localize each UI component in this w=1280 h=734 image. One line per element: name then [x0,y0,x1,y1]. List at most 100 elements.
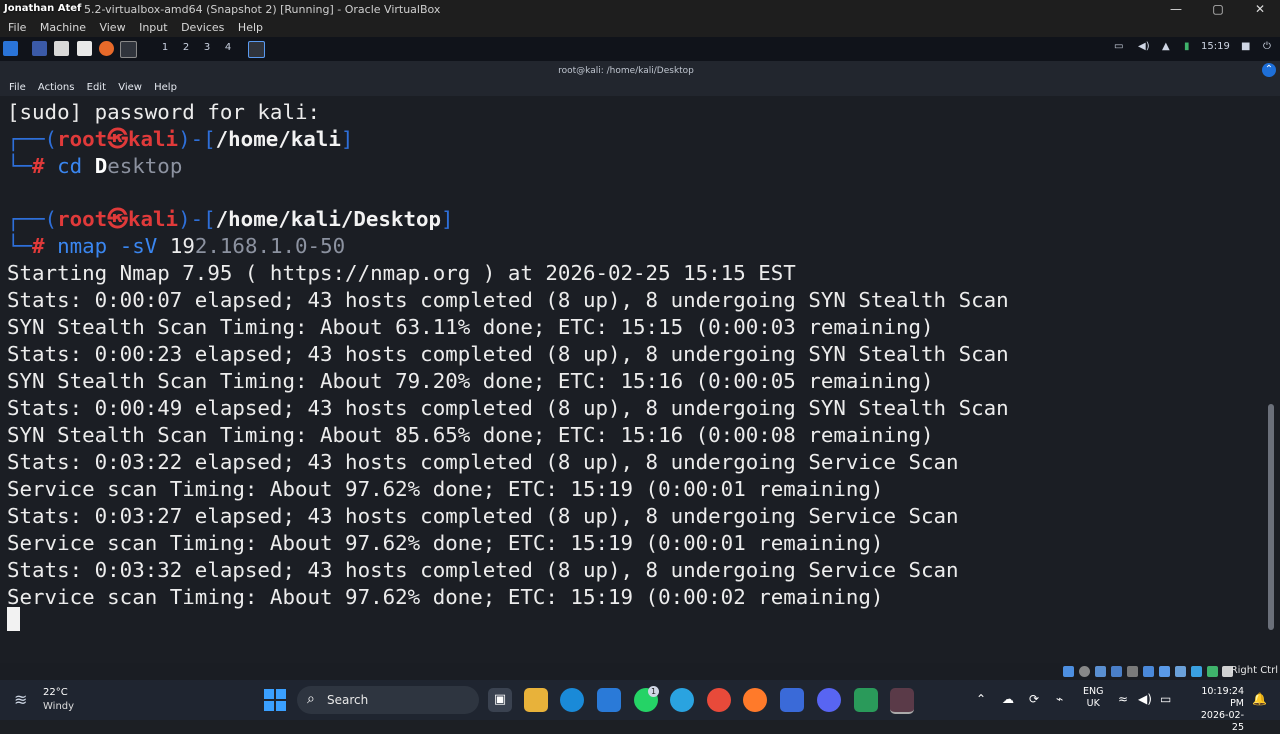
display-icon[interactable]: ▭ [1114,41,1123,52]
terminal-maximize-icon[interactable]: ⌃ [1262,63,1276,77]
notification-bell-icon[interactable]: ▲ [1162,41,1170,52]
photos-icon[interactable] [597,688,621,712]
task-view-icon[interactable]: ▣ [488,688,512,712]
output-line: Starting Nmap 7.95 ( https://nmap.org ) … [7,261,796,285]
host-menu-bar: File Machine View Input Devices Help [0,19,1280,37]
workspace-1[interactable]: 1 [156,42,174,53]
vm-status-bar: Right Ctrl [0,663,1280,680]
menu-devices[interactable]: Devices [173,19,224,34]
workspace-4[interactable]: 4 [219,42,237,53]
show-desktop-icon[interactable] [32,41,47,56]
host-title-bar: Jonathan Atef 5.2-virtualbox-amd64 (Snap… [0,0,1280,19]
virtualbox-taskbar-icon[interactable] [890,688,914,714]
vscode-icon[interactable] [854,688,878,712]
notifications-icon[interactable]: 🔔 [1252,692,1267,706]
guest-additions-icon[interactable] [1207,666,1218,677]
output-line: Stats: 0:03:32 elapsed; 43 hosts complet… [7,558,959,582]
onedrive-icon[interactable]: ☁ [1002,692,1014,706]
terminal-output[interactable]: [sudo] password for kali: ┌──(root㉿kali)… [0,96,1266,663]
wifi-icon[interactable]: ≈ [1118,692,1128,706]
terminal-cursor [7,607,20,631]
terminal-launcher-icon[interactable] [120,41,137,58]
command-arg-typed: D [94,154,108,178]
menu-help[interactable]: Help [230,19,263,34]
optical-drive-icon[interactable] [1079,666,1090,677]
output-line: Service scan Timing: About 97.62% done; … [7,531,884,555]
host-key-label: Right Ctrl [1230,665,1278,676]
panel-clock: 15:19 [1201,41,1230,52]
prompt-path: /home/kali/Desktop [215,207,442,231]
term-menu-file[interactable]: File [9,81,26,93]
prompt-path: /home/kali [215,127,341,151]
audio-icon[interactable] [1095,666,1106,677]
sync-icon[interactable]: ⟳ [1029,692,1039,706]
command-line-1: └─# cd Desktop [7,154,183,178]
sudo-prompt-line: [sudo] password for kali: [7,100,321,124]
prompt-line-2: ┌──(root㉿kali)-[/home/kali/Desktop] [7,207,454,231]
start-button[interactable] [264,689,286,711]
workspace-3[interactable]: 3 [198,42,216,53]
taskbar-search[interactable]: ⌕ Search [297,686,479,714]
language-code: ENG [1083,686,1104,697]
mail-icon[interactable] [780,688,804,712]
discord-icon[interactable] [817,688,841,712]
minimize-button[interactable]: — [1158,0,1194,19]
firefox-icon[interactable] [99,41,114,56]
term-menu-edit[interactable]: Edit [87,81,106,93]
weather-wind-icon[interactable]: ≋ [14,690,27,709]
close-button[interactable]: ✕ [1242,0,1278,19]
windows-taskbar: ≋ 22°C Windy ⌕ Search ▣ 1 ⌃ ☁ ⟳ ⌁ ENG UK… [0,680,1280,733]
file-explorer-icon[interactable] [524,688,548,712]
output-line: Stats: 0:03:22 elapsed; 43 hosts complet… [7,450,959,474]
output-line: Service scan Timing: About 97.62% done; … [7,477,884,501]
term-menu-actions[interactable]: Actions [38,81,75,93]
term-menu-help[interactable]: Help [154,81,177,93]
recording-icon[interactable] [1175,666,1186,677]
terminal-menu-bar: File Actions Edit View Help [0,81,1280,96]
network-icon[interactable] [1111,666,1122,677]
output-line: Service scan Timing: About 97.62% done; … [7,585,884,609]
display-status-icon[interactable] [1159,666,1170,677]
edge-icon[interactable] [560,688,584,712]
search-label: Search [327,693,369,707]
term-menu-view[interactable]: View [118,81,142,93]
shared-folders-icon[interactable] [1143,666,1154,677]
command-line-2: └─# nmap -sV 192.168.1.0-50 [7,234,346,258]
search-icon: ⌕ [307,691,315,707]
clock-time: 10:19:24 PM [1201,686,1244,709]
output-line: SYN Stealth Scan Timing: About 79.20% do… [7,369,934,393]
kali-menu-icon[interactable] [3,41,18,56]
menu-file[interactable]: File [0,19,26,34]
tray-overflow-icon[interactable]: ⌃ [976,692,986,706]
volume-icon[interactable]: ◀) [1138,41,1150,52]
cpu-icon[interactable] [1191,666,1202,677]
terminal-title-bar: root@kali: /home/kali/Desktop [0,61,1280,81]
firefox-taskbar-icon[interactable] [743,688,767,712]
output-line: Stats: 0:00:49 elapsed; 43 hosts complet… [7,396,1009,420]
system-clock[interactable]: 10:19:24 PM 2026-02-25 [1189,686,1244,734]
command-arg-typed: 19 [169,234,195,258]
weather-desc[interactable]: Windy [43,701,74,712]
active-window-icon[interactable] [248,41,265,58]
menu-view[interactable]: View [91,19,125,34]
language-indicator[interactable]: ENG UK [1083,686,1103,710]
workspace-2[interactable]: 2 [177,42,195,53]
telegram-icon[interactable] [670,688,694,712]
chrome-icon[interactable] [707,688,731,712]
file-manager-icon[interactable] [54,41,69,56]
text-editor-icon[interactable] [77,41,92,56]
terminal-scrollbar-thumb[interactable] [1268,404,1274,630]
lock-icon[interactable]: ■ [1241,41,1250,52]
battery-tray-icon[interactable]: ▭ [1160,692,1171,706]
menu-input[interactable]: Input [131,19,167,34]
bluetooth-icon[interactable]: ⌁ [1056,692,1063,706]
power-icon[interactable]: ⏻ [1263,41,1271,52]
usb-icon[interactable] [1127,666,1138,677]
menu-machine[interactable]: Machine [32,19,86,34]
output-line: SYN Stealth Scan Timing: About 63.11% do… [7,315,934,339]
volume-tray-icon[interactable]: ◀) [1138,692,1152,706]
output-line: SYN Stealth Scan Timing: About 85.65% do… [7,423,934,447]
maximize-button[interactable]: ▢ [1200,0,1236,19]
hard-disk-icon[interactable] [1063,666,1074,677]
weather-temp[interactable]: 22°C [43,687,68,698]
